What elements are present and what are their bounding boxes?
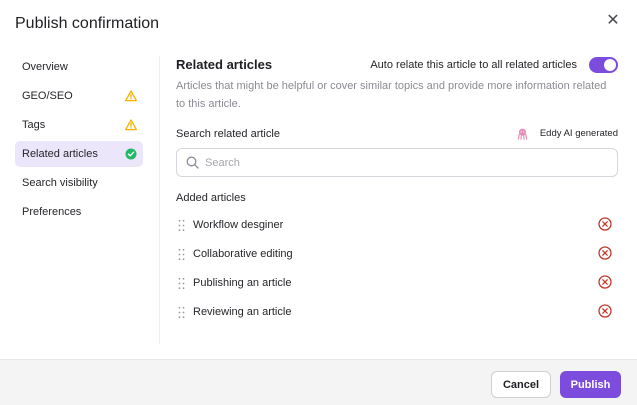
remove-circle-icon[interactable]: [598, 246, 612, 260]
list-item: Reviewing an article: [176, 298, 618, 327]
sidebar-item-label: Overview: [22, 61, 68, 73]
drag-handle-icon[interactable]: [178, 277, 185, 290]
check-circle-icon: [125, 148, 137, 160]
list-item: Collaborative editing: [176, 240, 618, 269]
drag-handle-icon[interactable]: [178, 306, 185, 319]
search-input[interactable]: [205, 150, 605, 175]
close-icon[interactable]: ✕: [604, 12, 622, 30]
sidebar-item-tags[interactable]: Tags: [15, 112, 143, 138]
added-articles-list: Workflow desginer Collaborative editing: [176, 211, 618, 327]
warning-icon: [125, 119, 137, 131]
list-item: Publishing an article: [176, 269, 618, 298]
dialog-title: Publish confirmation: [15, 15, 160, 32]
toggle-knob: [604, 59, 616, 71]
auto-relate-toggle[interactable]: [589, 57, 618, 73]
sidebar-item-overview[interactable]: Overview: [15, 54, 143, 80]
list-item: Workflow desginer: [176, 211, 618, 240]
article-name: Collaborative editing: [193, 248, 293, 260]
sidebar-item-label: Search visibility: [22, 177, 98, 189]
section-description: Articles that might be helpful or cover …: [176, 80, 607, 110]
remove-circle-icon[interactable]: [598, 304, 612, 318]
drag-handle-icon[interactable]: [178, 248, 185, 261]
sidebar-divider: [159, 56, 160, 344]
sidebar-item-label: Tags: [22, 119, 46, 131]
drag-handle-icon[interactable]: [178, 219, 185, 232]
article-name: Workflow desginer: [193, 219, 284, 231]
publish-button[interactable]: Publish: [560, 371, 621, 398]
eddy-ai-icon: [517, 128, 528, 140]
sidebar-item-label: Related articles: [22, 148, 98, 160]
section-title: Related articles: [176, 57, 273, 72]
dialog-header: Publish confirmation ✕: [0, 0, 637, 48]
auto-relate-label: Auto relate this article to all related …: [370, 59, 577, 71]
sidebar-item-label: GEO/SEO: [22, 90, 73, 102]
sidebar-item-geo-seo[interactable]: GEO/SEO: [15, 83, 143, 109]
sidebar-item-search-visibility[interactable]: Search visibility: [15, 170, 143, 196]
warning-icon: [125, 90, 137, 102]
sidebar-item-related-articles[interactable]: Related articles: [15, 141, 143, 167]
dialog-footer: Cancel Publish: [0, 359, 637, 405]
sidebar-item-preferences[interactable]: Preferences: [15, 199, 143, 225]
cancel-button[interactable]: Cancel: [491, 371, 551, 398]
search-icon: [186, 156, 199, 169]
sidebar-item-label: Preferences: [22, 206, 82, 218]
article-name: Reviewing an article: [193, 306, 292, 318]
added-articles-title: Added articles: [176, 192, 246, 204]
article-name: Publishing an article: [193, 277, 292, 289]
search-label: Search related article: [176, 128, 280, 140]
remove-circle-icon[interactable]: [598, 275, 612, 289]
ai-generated-badge: Eddy AI generated: [539, 128, 618, 139]
remove-circle-icon[interactable]: [598, 217, 612, 231]
publish-confirmation-dialog: Publish confirmation ✕ Overview GEO/SEO …: [0, 0, 637, 405]
search-field[interactable]: [176, 148, 618, 177]
sidebar: Overview GEO/SEO Tags Related articles S…: [15, 54, 143, 228]
